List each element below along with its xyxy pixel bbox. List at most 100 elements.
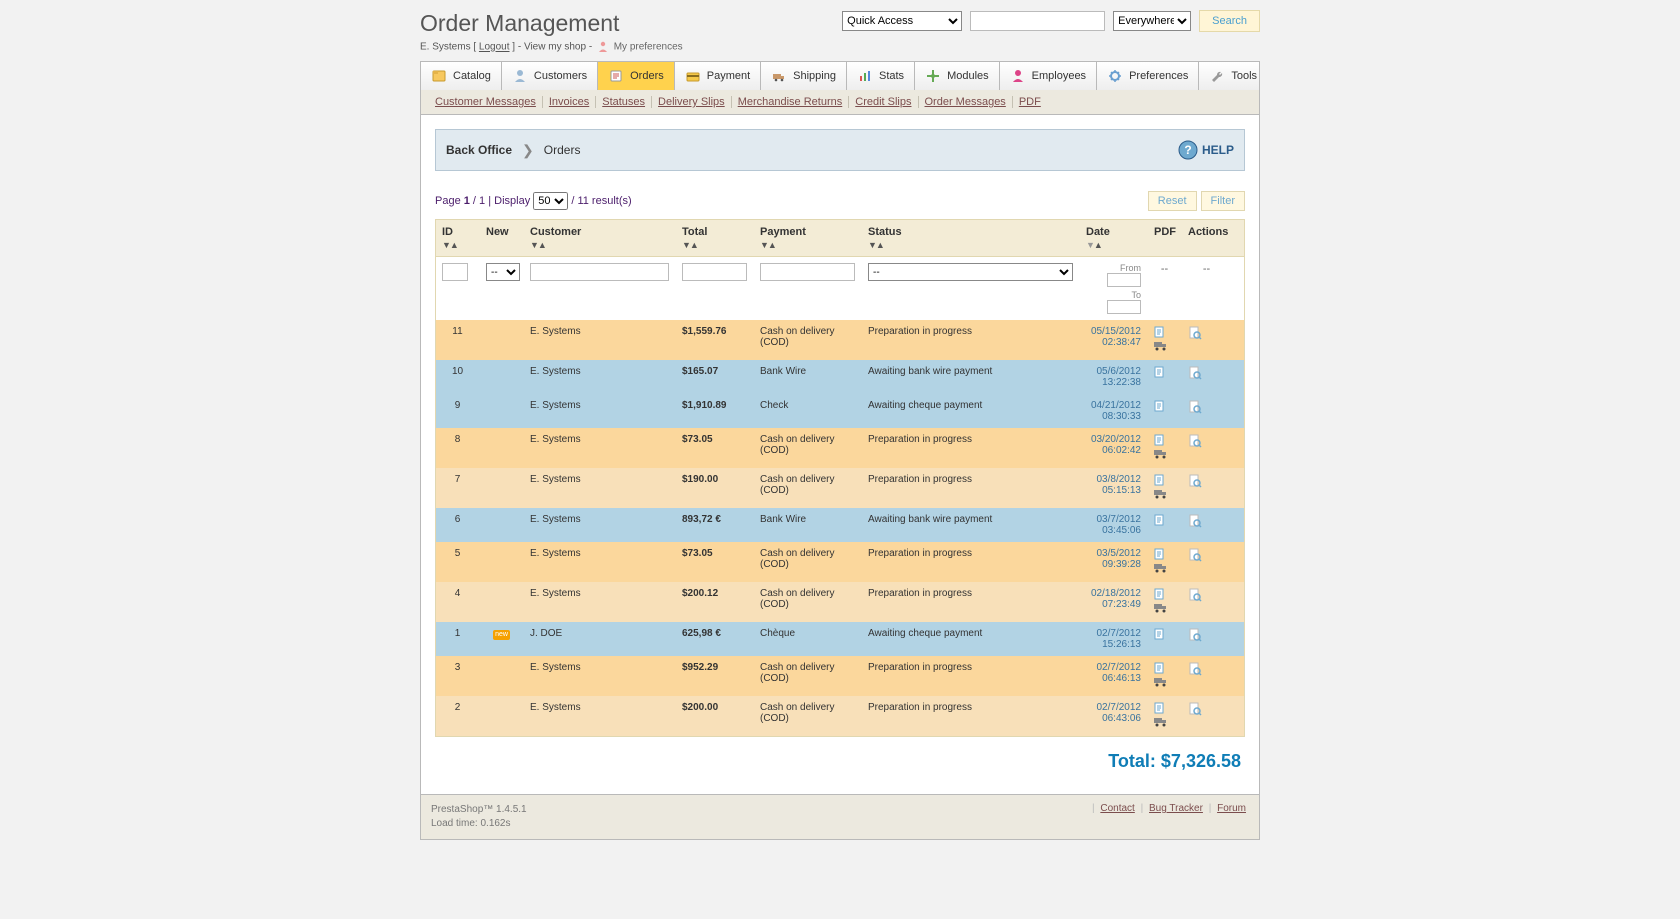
search-button[interactable]: Search <box>1199 10 1260 32</box>
tab-shipping[interactable]: Shipping <box>761 62 847 90</box>
delivery-slip-icon[interactable] <box>1154 449 1168 462</box>
quick-access-select[interactable]: Quick Access <box>842 11 962 31</box>
subnav-merchandise-returns[interactable]: Merchandise Returns <box>732 96 850 108</box>
invoice-icon[interactable] <box>1154 514 1166 529</box>
th-customer[interactable]: Customer <box>530 226 669 238</box>
delivery-slip-icon[interactable] <box>1154 341 1168 354</box>
tab-customers[interactable]: Customers <box>502 62 598 90</box>
table-row[interactable]: 8E. Systems$73.05Cash on delivery (COD)P… <box>436 428 1244 468</box>
view-order-icon[interactable] <box>1188 326 1202 343</box>
th-new[interactable]: New <box>486 226 517 238</box>
invoice-icon[interactable] <box>1154 400 1166 415</box>
view-order-icon[interactable] <box>1188 474 1202 491</box>
delivery-slip-icon[interactable] <box>1154 717 1168 730</box>
th-total[interactable]: Total <box>682 226 747 238</box>
view-order-icon[interactable] <box>1188 702 1202 719</box>
invoice-icon[interactable] <box>1154 662 1166 677</box>
delivery-slip-icon[interactable] <box>1154 563 1168 576</box>
tab-preferences[interactable]: Preferences <box>1097 62 1199 90</box>
logout-link[interactable]: Logout <box>479 42 510 53</box>
subnav-order-messages[interactable]: Order Messages <box>919 96 1013 108</box>
reset-button[interactable]: Reset <box>1148 191 1197 211</box>
invoice-icon[interactable] <box>1154 326 1166 341</box>
table-row[interactable]: 11E. Systems$1,559.76Cash on delivery (C… <box>436 320 1244 360</box>
th-payment[interactable]: Payment <box>760 226 855 238</box>
delivery-slip-icon[interactable] <box>1154 677 1168 690</box>
search-scope-select[interactable]: Everywhere <box>1113 11 1191 31</box>
cell-date: 03/7/201203:45:06 <box>1080 508 1148 542</box>
invoice-icon[interactable] <box>1154 366 1166 381</box>
help-button[interactable]: ? HELP <box>1178 140 1234 160</box>
th-date[interactable]: Date <box>1086 226 1141 238</box>
tab-employees[interactable]: Employees <box>1000 62 1097 90</box>
delivery-slip-icon[interactable] <box>1154 603 1168 616</box>
sort-status[interactable]: ▼▲ <box>868 240 1073 250</box>
invoice-icon[interactable] <box>1154 588 1166 603</box>
cell-total: 625,98 € <box>676 622 754 656</box>
filter-total-input[interactable] <box>682 263 747 281</box>
invoice-icon[interactable] <box>1154 434 1166 449</box>
table-row[interactable]: 9E. Systems$1,910.89CheckAwaiting cheque… <box>436 394 1244 428</box>
filter-date-to-input[interactable] <box>1107 300 1141 314</box>
page-size-select[interactable]: 50 <box>533 192 568 210</box>
table-row[interactable]: 3E. Systems$952.29Cash on delivery (COD)… <box>436 656 1244 696</box>
tab-stats[interactable]: Stats <box>847 62 915 90</box>
sort-id[interactable]: ▼▲ <box>442 240 473 250</box>
table-row[interactable]: 10E. Systems$165.07Bank WireAwaiting ban… <box>436 360 1244 394</box>
sort-payment[interactable]: ▼▲ <box>760 240 855 250</box>
sort-date[interactable]: ▼▲ <box>1086 240 1141 250</box>
table-row[interactable]: 7E. Systems$190.00Cash on delivery (COD)… <box>436 468 1244 508</box>
tab-orders[interactable]: Orders <box>598 62 675 90</box>
filter-button[interactable]: Filter <box>1201 191 1245 211</box>
view-order-icon[interactable] <box>1188 628 1202 645</box>
orders-icon <box>608 68 624 84</box>
tab-catalog[interactable]: Catalog <box>421 62 502 90</box>
delivery-slip-icon[interactable] <box>1154 489 1168 502</box>
invoice-icon[interactable] <box>1154 628 1166 643</box>
view-order-icon[interactable] <box>1188 366 1202 383</box>
filter-customer-input[interactable] <box>530 263 669 281</box>
search-input[interactable] <box>970 11 1105 31</box>
table-row[interactable]: 1newJ. DOE625,98 €ChèqueAwaiting cheque … <box>436 622 1244 656</box>
view-shop-link[interactable]: View my shop <box>524 42 586 53</box>
cell-total: $1,910.89 <box>676 394 754 428</box>
view-order-icon[interactable] <box>1188 400 1202 417</box>
sort-customer[interactable]: ▼▲ <box>530 240 669 250</box>
sort-total[interactable]: ▼▲ <box>682 240 747 250</box>
my-preferences-link[interactable]: My preferences <box>614 42 683 53</box>
filter-payment-input[interactable] <box>760 263 855 281</box>
subnav-statuses[interactable]: Statuses <box>596 96 652 108</box>
footer-forum-link[interactable]: Forum <box>1214 803 1249 814</box>
footer-contact-link[interactable]: Contact <box>1097 803 1137 814</box>
view-order-icon[interactable] <box>1188 514 1202 531</box>
tab-payment[interactable]: Payment <box>675 62 761 90</box>
th-id[interactable]: ID <box>442 226 473 238</box>
view-order-icon[interactable] <box>1188 434 1202 451</box>
invoice-icon[interactable] <box>1154 702 1166 717</box>
footer-bug-link[interactable]: Bug Tracker <box>1146 803 1206 814</box>
subnav-delivery-slips[interactable]: Delivery Slips <box>652 96 732 108</box>
tab-tools[interactable]: Tools <box>1199 62 1267 90</box>
tab-modules[interactable]: Modules <box>915 62 1000 90</box>
view-order-icon[interactable] <box>1188 548 1202 565</box>
table-row[interactable]: 4E. Systems$200.12Cash on delivery (COD)… <box>436 582 1244 622</box>
filter-status-select[interactable]: -- <box>868 263 1073 281</box>
th-status[interactable]: Status <box>868 226 1073 238</box>
table-row[interactable]: 2E. Systems$200.00Cash on delivery (COD)… <box>436 696 1244 736</box>
view-order-icon[interactable] <box>1188 662 1202 679</box>
filter-date-from-label: From <box>1117 263 1141 273</box>
subnav-customer-messages[interactable]: Customer Messages <box>429 96 543 108</box>
subnav-credit-slips[interactable]: Credit Slips <box>849 96 918 108</box>
subnav-invoices[interactable]: Invoices <box>543 96 596 108</box>
view-order-icon[interactable] <box>1188 588 1202 605</box>
breadcrumb-back[interactable]: Back Office <box>446 143 512 157</box>
table-row[interactable]: 5E. Systems$73.05Cash on delivery (COD)P… <box>436 542 1244 582</box>
subnav-pdf[interactable]: PDF <box>1013 96 1047 108</box>
invoice-icon[interactable] <box>1154 474 1166 489</box>
filter-id-input[interactable] <box>442 263 468 281</box>
table-row[interactable]: 6E. Systems893,72 €Bank WireAwaiting ban… <box>436 508 1244 542</box>
filter-new-select[interactable]: -- <box>486 263 520 281</box>
cell-date: 02/18/201207:23:49 <box>1080 582 1148 622</box>
invoice-icon[interactable] <box>1154 548 1166 563</box>
filter-date-from-input[interactable] <box>1107 273 1141 287</box>
